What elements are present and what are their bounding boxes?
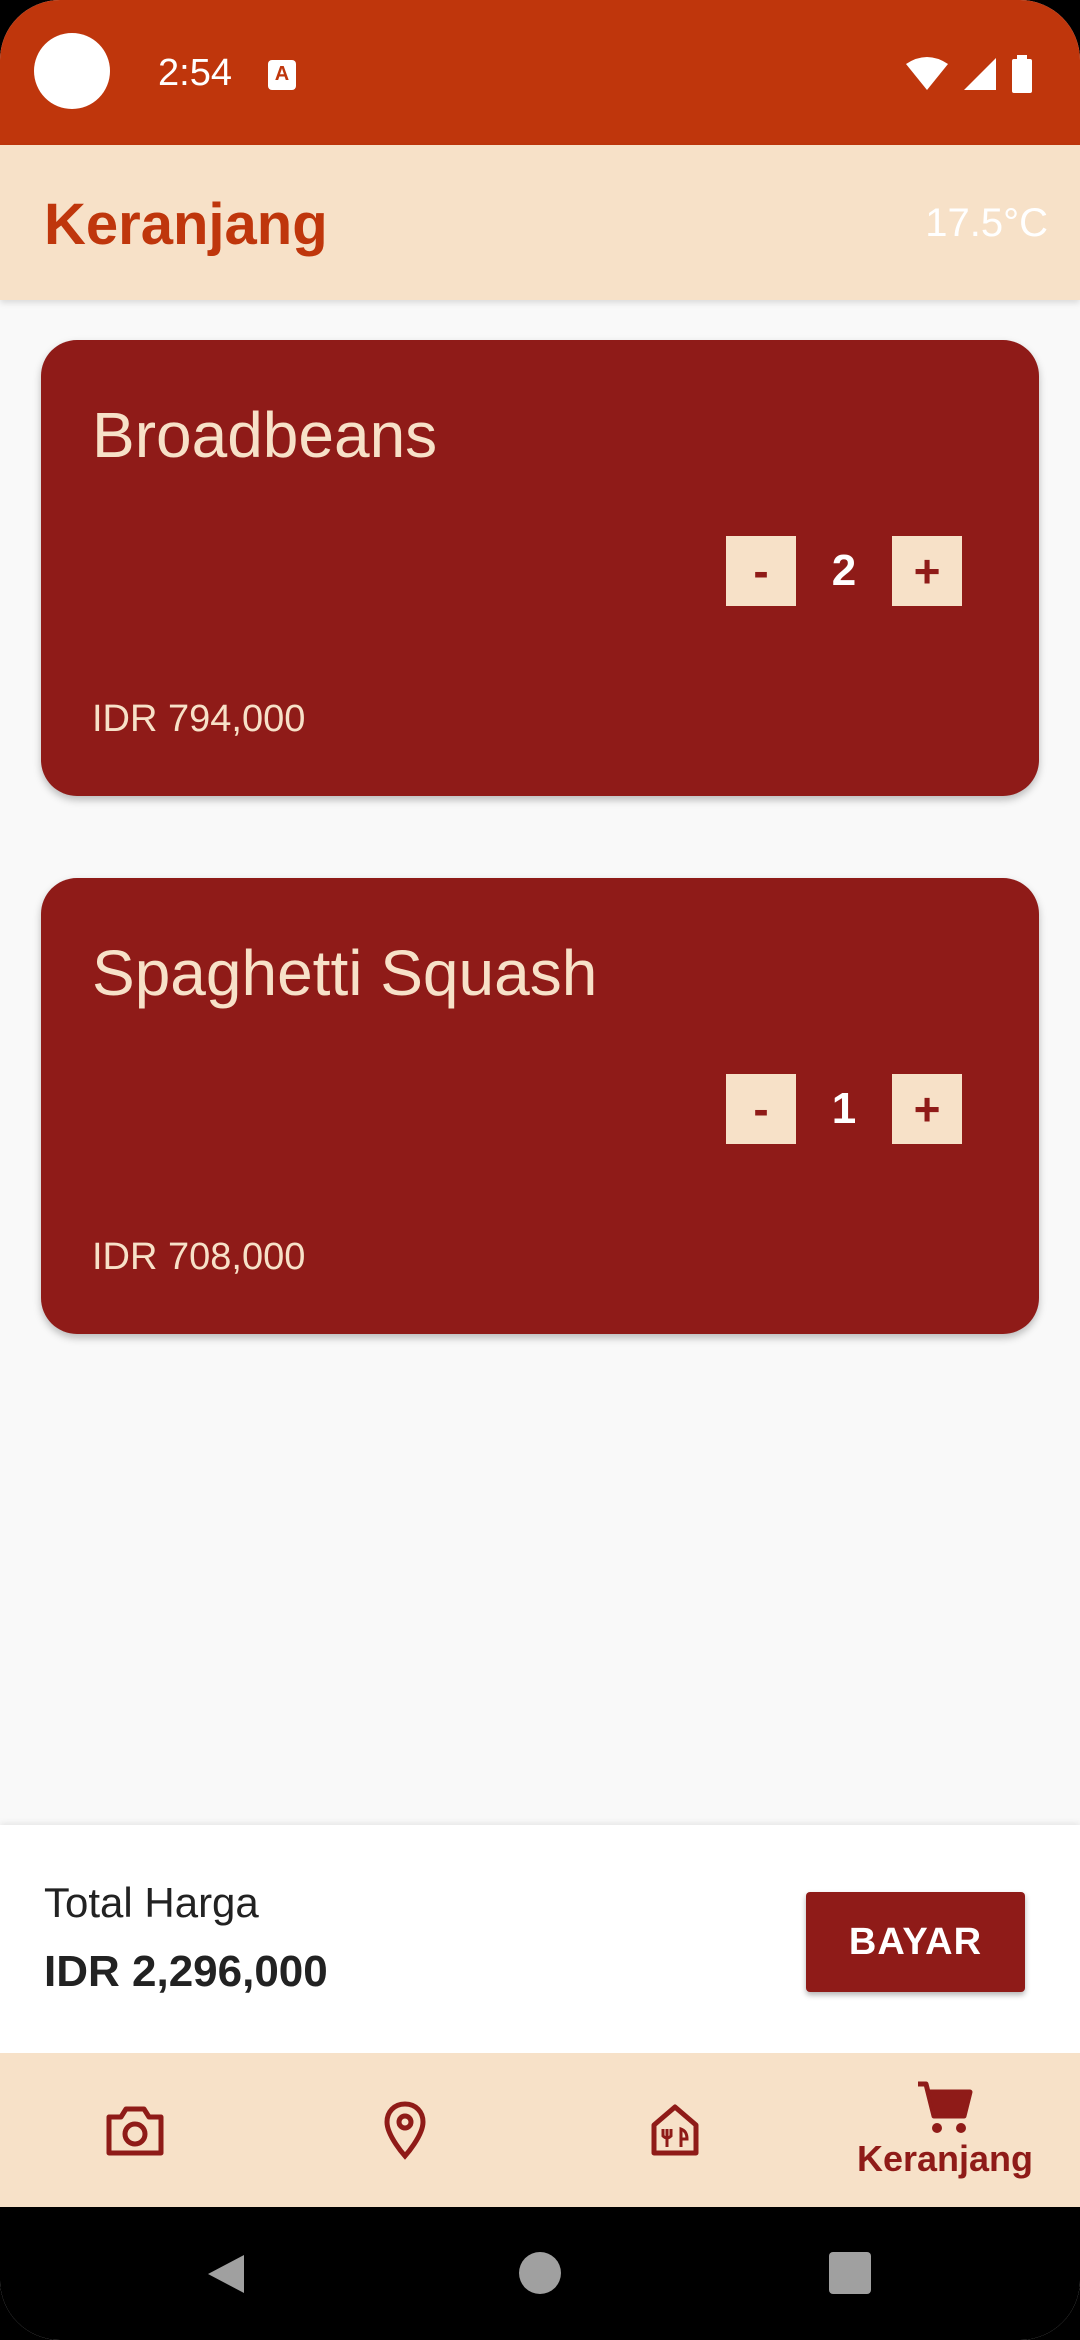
cart-item-name: Spaghetti Squash: [92, 937, 598, 1009]
cart-item-price: IDR 794,000: [92, 698, 306, 740]
status-icons: [904, 55, 1034, 93]
cart-item-name: Broadbeans: [92, 399, 438, 471]
app-bar: Keranjang 17.5°C: [0, 145, 1080, 300]
back-icon[interactable]: [204, 2251, 248, 2297]
total-label: Total Harga: [44, 1879, 259, 1926]
increase-quantity-button[interactable]: +: [892, 1074, 962, 1144]
nav-item-label: Keranjang: [856, 2138, 1034, 2179]
signal-icon: [964, 58, 996, 90]
restaurant-icon: [651, 2104, 699, 2156]
pay-button[interactable]: BAYAR: [806, 1892, 1025, 1992]
camera-icon: [106, 2106, 164, 2156]
bottom-navigation: Keranjang: [0, 2053, 1080, 2207]
cart-icon: [918, 2081, 973, 2133]
recents-icon[interactable]: [828, 2252, 872, 2294]
nav-item-restaurant[interactable]: [540, 2053, 810, 2207]
nav-item-cart[interactable]: Keranjang: [810, 2053, 1080, 2207]
front-camera: [34, 33, 110, 109]
cart-item-card: Spaghetti Squash - 1 + IDR 708,000: [41, 878, 1039, 1334]
cart-item-price: IDR 708,000: [92, 1236, 306, 1278]
location-pin-icon: [384, 2101, 426, 2160]
total-panel: Total Harga IDR 2,296,000 BAYAR: [0, 1825, 1080, 2053]
status-time: 2:54: [158, 52, 232, 94]
decrease-quantity-button[interactable]: -: [726, 1074, 796, 1144]
total-value: IDR 2,296,000: [44, 1947, 328, 1996]
cart-item-card: Broadbeans - 2 + IDR 794,000: [41, 340, 1039, 796]
status-bar: 2:54 A: [0, 0, 1080, 145]
temperature-readout: 17.5°C: [925, 201, 1048, 245]
battery-icon: [1012, 55, 1032, 93]
increase-quantity-button[interactable]: +: [892, 536, 962, 606]
notification-icon: A: [268, 60, 296, 90]
home-icon[interactable]: [518, 2251, 562, 2295]
nav-item-camera[interactable]: [0, 2053, 270, 2207]
system-navigation-bar: [0, 2207, 1080, 2340]
quantity-value: 2: [831, 546, 857, 595]
nav-item-location[interactable]: [270, 2053, 540, 2207]
screen: 2:54 A Keranjang 17.5°C Broadbeans - 2 +…: [0, 0, 1080, 2340]
phone-frame: 2:54 A Keranjang 17.5°C Broadbeans - 2 +…: [0, 0, 1080, 2340]
page-title: Keranjang: [44, 192, 328, 257]
decrease-quantity-button[interactable]: -: [726, 536, 796, 606]
wifi-icon: [906, 57, 948, 90]
quantity-value: 1: [831, 1084, 857, 1133]
